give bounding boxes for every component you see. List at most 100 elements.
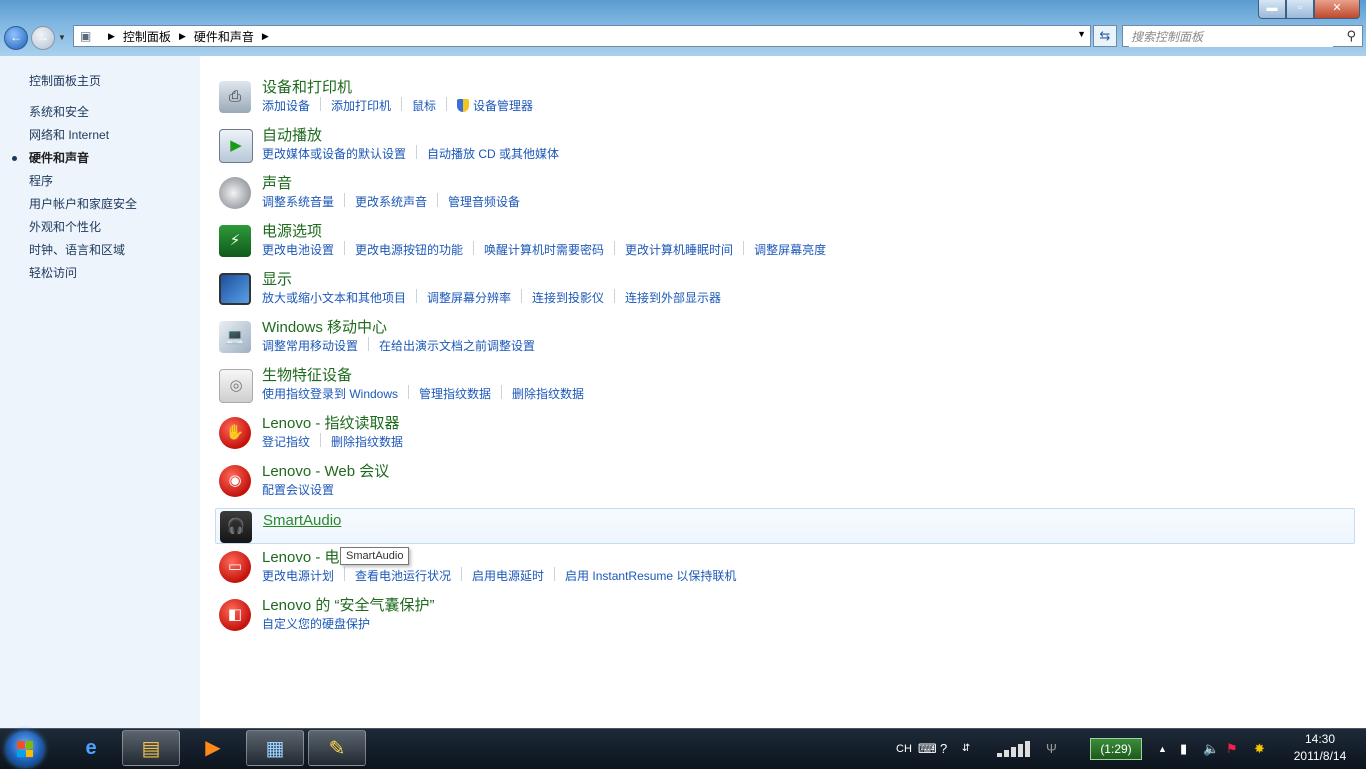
category-title[interactable]: SmartAudio	[263, 512, 341, 529]
change-media-defaults-link[interactable]: 更改媒体或设备的默认设置	[262, 145, 406, 162]
screen-brightness-link[interactable]: 调整屏幕亮度	[754, 241, 826, 258]
category-title[interactable]: Lenovo 的 “安全气囊保护”	[262, 594, 435, 615]
text-size-link[interactable]: 放大或缩小文本和其他项目	[262, 289, 406, 306]
screen-resolution-link[interactable]: 调整屏幕分辨率	[427, 289, 511, 306]
recent-pages-dropdown[interactable]: ▼	[58, 33, 66, 42]
connect-projector-link[interactable]: 连接到投影仪	[532, 289, 604, 306]
mouse-link[interactable]: 鼠标	[412, 97, 436, 114]
nav-item-user-accounts[interactable]: 用户帐户和家庭安全	[29, 197, 137, 220]
lenovo-battery-icon[interactable]: ▭	[219, 551, 251, 583]
customize-disk-protection-link[interactable]: 自定义您的硬盘保护	[262, 615, 370, 632]
search-box[interactable]: ⚲	[1122, 25, 1363, 47]
category-smartaudio[interactable]: 🎧 SmartAudio	[215, 508, 1355, 544]
lenovo-fingerprint-icon[interactable]: ✋	[219, 417, 251, 449]
nav-item-clock-region[interactable]: 时钟、语言和区域	[29, 243, 137, 266]
external-display-link[interactable]: 连接到外部显示器	[625, 289, 721, 306]
nav-item-appearance[interactable]: 外观和个性化	[29, 220, 137, 243]
minimize-button[interactable]: ▬	[1258, 0, 1286, 19]
nav-item-network-internet[interactable]: 网络和 Internet	[29, 128, 137, 151]
battery-health-link[interactable]: 查看电池运行状况	[355, 567, 451, 584]
address-dropdown-icon[interactable]: ▼	[1077, 29, 1086, 39]
maximize-button[interactable]: ▫	[1286, 0, 1314, 19]
breadcrumb-separator-icon[interactable]: ▶	[179, 31, 186, 42]
forward-button[interactable]: →	[31, 26, 55, 50]
nav-item-ease-of-access[interactable]: 轻松访问	[29, 266, 137, 289]
search-input[interactable]	[1129, 27, 1333, 47]
category-title[interactable]: 显示	[262, 268, 292, 289]
power-battery-icon[interactable]: ⚡	[219, 225, 251, 257]
category-title[interactable]: Lenovo - 指纹读取器	[262, 412, 400, 433]
change-sounds-link[interactable]: 更改系统声音	[355, 193, 427, 210]
category-title[interactable]: 声音	[262, 172, 292, 193]
delete-fingerprint-link[interactable]: 删除指纹数据	[331, 433, 403, 450]
notification-icon[interactable]: ✸	[1254, 729, 1265, 769]
taskbar-control-panel[interactable]: ▦	[246, 730, 304, 766]
change-power-plan-link[interactable]: 更改电源计划	[262, 567, 334, 584]
conference-settings-link[interactable]: 配置会议设置	[262, 481, 334, 498]
laptop-icon[interactable]: 💻	[219, 321, 251, 353]
keyboard-icon[interactable]: ⌨	[918, 729, 937, 769]
antenna-icon[interactable]: Ψ	[1046, 729, 1057, 769]
presentation-settings-link[interactable]: 在给出演示文档之前调整设置	[379, 337, 535, 354]
enroll-fingerprint-link[interactable]: 登记指纹	[262, 433, 310, 450]
monitor-icon[interactable]	[219, 273, 251, 305]
category-title[interactable]: Lenovo - 电	[262, 546, 340, 567]
nav-item-system-security[interactable]: 系统和安全	[29, 105, 137, 128]
category-title[interactable]: 设备和打印机	[262, 76, 352, 97]
power-delay-link[interactable]: 启用电源延时	[472, 567, 544, 584]
fingerprint-icon[interactable]: ◎	[219, 369, 253, 403]
battery-settings-link[interactable]: 更改电池设置	[262, 241, 334, 258]
autoplay-cd-link[interactable]: 自动播放 CD 或其他媒体	[427, 145, 559, 162]
manage-audio-devices-link[interactable]: 管理音频设备	[448, 193, 520, 210]
taskbar-internet-explorer[interactable]: e	[62, 730, 120, 766]
action-center-flag-icon[interactable]: ⚑	[1226, 729, 1238, 769]
speaker-icon[interactable]	[219, 177, 251, 209]
search-icon[interactable]: ⚲	[1346, 28, 1356, 44]
breadcrumb-hardware-sound[interactable]: 硬件和声音	[194, 28, 254, 45]
add-printer-link[interactable]: 添加打印机	[331, 97, 391, 114]
manage-fingerprint-data-link[interactable]: 管理指纹数据	[419, 385, 491, 402]
add-device-link[interactable]: 添加设备	[262, 97, 310, 114]
fingerprint-login-link[interactable]: 使用指纹登录到 Windows	[262, 385, 398, 402]
category-title[interactable]: 电源选项	[262, 220, 322, 241]
address-bar[interactable]: ▣ ▶ 控制面板 ▶ 硬件和声音 ▶ ▼	[73, 25, 1091, 47]
device-manager-link[interactable]: 设备管理器	[457, 97, 533, 114]
autoplay-icon[interactable]: ▶	[219, 129, 253, 163]
category-title[interactable]: 生物特征设备	[262, 364, 352, 385]
show-hidden-icons-button[interactable]: ▲	[1158, 729, 1167, 769]
language-options-icon[interactable]: ⇵	[962, 729, 970, 769]
help-icon[interactable]: ?	[940, 729, 947, 769]
start-button[interactable]	[6, 731, 44, 767]
category-title[interactable]: Windows 移动中心	[262, 316, 387, 337]
control-panel-home-link[interactable]: 控制面板主页	[29, 72, 101, 89]
category-title[interactable]: Lenovo - Web 会议	[262, 460, 389, 481]
volume-icon[interactable]: 🔈	[1203, 729, 1219, 769]
headphones-icon[interactable]: 🎧	[220, 511, 252, 543]
sleep-time-link[interactable]: 更改计算机睡眠时间	[625, 241, 733, 258]
lenovo-airbag-icon[interactable]: ◧	[219, 599, 251, 631]
breadcrumb-separator-icon[interactable]: ▶	[262, 31, 269, 42]
back-button[interactable]: ←	[4, 26, 28, 50]
printer-icon[interactable]: ⎙	[219, 81, 251, 113]
system-clock[interactable]: 14:30 2011/8/14	[1280, 731, 1360, 765]
nav-item-hardware-sound[interactable]: 硬件和声音	[11, 151, 137, 174]
breadcrumb-separator-icon[interactable]: ▶	[108, 31, 115, 42]
instant-resume-link[interactable]: 启用 InstantResume 以保持联机	[565, 567, 736, 584]
wireless-signal-icon[interactable]	[997, 739, 1037, 757]
category-title[interactable]: 自动播放	[262, 124, 322, 145]
close-button[interactable]: ✕	[1314, 0, 1360, 19]
delete-fingerprint-data-link[interactable]: 删除指纹数据	[512, 385, 584, 402]
refresh-button[interactable]: ⇆	[1093, 25, 1117, 47]
battery-icon[interactable]: ▮	[1180, 729, 1187, 769]
wakeup-password-link[interactable]: 唤醒计算机时需要密码	[484, 241, 604, 258]
battery-status[interactable]: (1:29)	[1090, 738, 1142, 760]
adjust-volume-link[interactable]: 调整系统音量	[262, 193, 334, 210]
power-button-link[interactable]: 更改电源按钮的功能	[355, 241, 463, 258]
breadcrumb-control-panel[interactable]: 控制面板	[123, 28, 171, 45]
mobility-settings-link[interactable]: 调整常用移动设置	[262, 337, 358, 354]
language-indicator[interactable]: CH	[896, 729, 912, 769]
taskbar-media-player[interactable]: ▶	[184, 730, 242, 766]
lenovo-webcam-icon[interactable]: ◉	[219, 465, 251, 497]
taskbar-explorer[interactable]: ▤	[122, 730, 180, 766]
nav-item-programs[interactable]: 程序	[29, 174, 137, 197]
